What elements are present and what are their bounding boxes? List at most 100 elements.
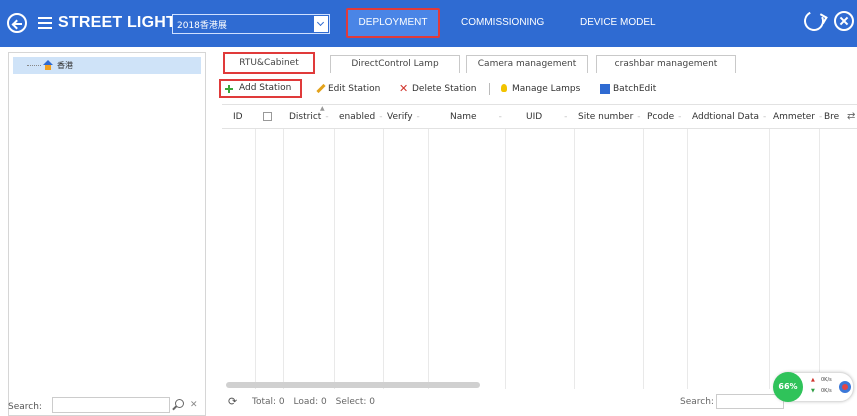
sort-icon: - xyxy=(678,112,682,122)
tree-item-root[interactable]: 香港 xyxy=(13,57,201,74)
subtab-crashbar-management[interactable]: crashbar management xyxy=(596,55,736,73)
back-icon[interactable] xyxy=(7,13,27,33)
grid-footer: ⟳ Total: 0 Load: 0 Select: 0 Search: xyxy=(222,392,857,414)
project-select-value: 2018香港展 xyxy=(177,21,227,31)
edit-station-button[interactable]: Edit Station xyxy=(314,81,380,97)
lamp-icon xyxy=(501,84,507,92)
sort-icon: - xyxy=(416,112,420,122)
reload-icon[interactable]: ⟳ xyxy=(228,395,237,408)
network-speed-widget[interactable]: 66% ▲ 0K/s ▼ 0K/s xyxy=(773,372,854,402)
delete-station-button[interactable]: ✕ Delete Station xyxy=(398,81,476,97)
manage-lamps-button[interactable]: Manage Lamps xyxy=(498,81,580,97)
app-title: STREET LIGHT xyxy=(58,14,176,31)
column-divider xyxy=(687,105,688,389)
upload-speed: 0K/s xyxy=(821,377,832,383)
column-divider xyxy=(383,105,384,389)
tab-device-model[interactable]: DEVICE MODEL xyxy=(580,17,656,28)
column-header-district-label: District xyxy=(289,112,322,122)
subtab-directcontrol-lamp[interactable]: DirectControl Lamp xyxy=(330,55,460,73)
grid-search-input[interactable] xyxy=(716,394,784,409)
download-speed: 0K/s xyxy=(821,388,832,394)
subtab-camera-management[interactable]: Camera management xyxy=(466,55,588,73)
grid-search-label: Search: xyxy=(680,397,714,407)
column-header-verify-label: Verify xyxy=(387,112,413,122)
sort-icon: - xyxy=(564,112,568,122)
column-divider xyxy=(428,105,429,389)
tree-search: Search: ✕ xyxy=(8,396,206,414)
column-header-pcode[interactable]: Pcode - xyxy=(647,112,681,122)
pencil-icon xyxy=(316,83,326,94)
column-divider xyxy=(255,105,256,389)
column-header-uid[interactable]: UID - xyxy=(526,112,567,122)
tab-commissioning[interactable]: COMMISSIONING xyxy=(461,17,544,28)
column-divider xyxy=(334,105,335,389)
column-header-name-label: Name xyxy=(450,112,477,122)
shield-icon xyxy=(839,381,851,393)
total-count: Total: 0 xyxy=(252,397,285,407)
usage-percent: 66% xyxy=(773,372,803,402)
edit-station-label: Edit Station xyxy=(328,84,381,94)
column-header-ammeter[interactable]: Ammeter - xyxy=(773,112,822,122)
column-divider xyxy=(505,105,506,389)
column-settings-icon[interactable]: ⇄ xyxy=(847,111,855,122)
column-divider xyxy=(283,105,284,389)
column-header-site-number[interactable]: Site number - xyxy=(578,112,641,122)
batch-edit-button[interactable]: BatchEdit xyxy=(599,81,656,97)
delete-icon: ✕ xyxy=(399,82,409,95)
column-header-uid-label: UID xyxy=(526,112,543,122)
delete-station-label: Delete Station xyxy=(412,84,477,94)
menu-icon[interactable] xyxy=(38,17,52,29)
grid-stats: Total: 0 Load: 0 Select: 0 xyxy=(252,397,381,407)
column-header-enabled-label: enabled xyxy=(339,112,376,122)
station-grid: ID ▲ District - enabled - Verify - Name - UI… xyxy=(222,104,857,389)
sort-icon: - xyxy=(379,112,383,122)
toolbar-divider xyxy=(489,83,490,95)
column-divider xyxy=(769,105,770,389)
column-header-name[interactable]: Name - xyxy=(450,112,502,122)
tree-search-input[interactable] xyxy=(52,397,170,413)
manage-lamps-label: Manage Lamps xyxy=(512,84,581,94)
tree-search-label: Search: xyxy=(8,402,42,412)
batch-edit-icon xyxy=(600,84,610,94)
column-header-district[interactable]: District - xyxy=(289,112,329,122)
plus-icon xyxy=(225,85,233,93)
project-select[interactable]: 2018香港展 xyxy=(172,14,330,34)
sort-icon: - xyxy=(637,112,641,122)
tab-deployment[interactable]: DEPLOYMENT xyxy=(346,8,440,38)
column-header-ammeter-label: Ammeter xyxy=(773,112,815,122)
grid-header: ID ▲ District - enabled - Verify - Name - UI… xyxy=(222,105,857,129)
column-header-site-number-label: Site number xyxy=(578,112,634,122)
sort-icon: - xyxy=(763,112,767,122)
column-divider xyxy=(643,105,644,389)
column-header-bre[interactable]: Bre xyxy=(824,112,839,122)
tree-connector xyxy=(27,65,41,66)
scrollbar-thumb[interactable] xyxy=(226,382,480,388)
clear-icon[interactable]: ✕ xyxy=(190,400,198,410)
column-header-id[interactable]: ID xyxy=(233,112,243,122)
column-divider xyxy=(574,105,575,389)
select-all-checkbox[interactable] xyxy=(263,112,272,121)
select-count: Select: 0 xyxy=(335,397,375,407)
top-bar: STREET LIGHT 2018香港展 DEPLOYMENT COMMISSI… xyxy=(0,0,857,47)
column-header-additional-data-label: Addtional Data xyxy=(692,112,760,122)
close-icon[interactable] xyxy=(834,11,854,31)
subtab-rtu-cabinet[interactable]: RTU&Cabinet xyxy=(223,52,315,74)
toolbar: Add Station Edit Station ✕ Delete Statio… xyxy=(212,78,857,100)
column-header-additional-data[interactable]: Addtional Data - xyxy=(692,112,766,122)
download-arrow-icon: ▼ xyxy=(811,388,815,394)
tree-item-label: 香港 xyxy=(57,61,73,70)
sort-indicator-icon: ▲ xyxy=(320,105,325,112)
sort-icon: - xyxy=(498,112,502,122)
sort-icon: - xyxy=(325,112,329,122)
sort-icon: - xyxy=(819,112,823,122)
horizontal-scrollbar[interactable] xyxy=(222,381,857,389)
batch-edit-label: BatchEdit xyxy=(613,84,657,94)
refresh-icon[interactable] xyxy=(801,8,827,34)
chevron-down-icon[interactable] xyxy=(314,16,328,32)
add-station-button[interactable]: Add Station xyxy=(219,79,302,98)
upload-arrow-icon: ▲ xyxy=(811,377,815,383)
column-header-enabled[interactable]: enabled - xyxy=(339,112,382,122)
load-count: Load: 0 xyxy=(293,397,327,407)
search-icon[interactable] xyxy=(175,399,184,408)
column-header-verify[interactable]: Verify - xyxy=(387,112,420,122)
